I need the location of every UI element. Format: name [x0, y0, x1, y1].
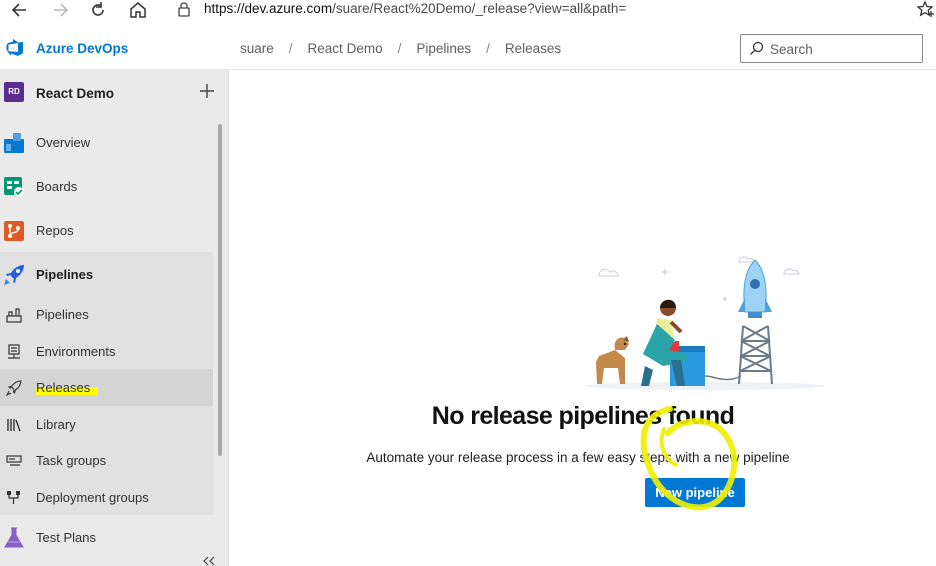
- sidebar-item-label: Overview: [36, 135, 91, 150]
- main-content: No release pipelines found Automate your…: [230, 71, 936, 566]
- brand-name[interactable]: Azure DevOps: [36, 41, 128, 56]
- boards-icon: [4, 177, 24, 197]
- favorite-star-icon[interactable]: [916, 0, 936, 18]
- task-groups-icon: [6, 455, 22, 466]
- breadcrumb: suare / React Demo / Pipelines / Releases: [240, 41, 561, 56]
- library-icon: [7, 418, 21, 431]
- environments-icon: [8, 343, 20, 359]
- sidebar-subitem-releases[interactable]: Releases: [0, 369, 213, 406]
- overview-icon: [4, 133, 24, 153]
- breadcrumb-pipelines[interactable]: Pipelines: [416, 41, 471, 56]
- sidebar-subitem-label: Deployment groups: [36, 489, 149, 505]
- sidebar-subitem-label: Releases: [36, 380, 99, 395]
- back-arrow-icon[interactable]: [8, 0, 32, 20]
- sidebar-item-pipelines[interactable]: Pipelines: [0, 252, 213, 296]
- rocket-icon: [6, 380, 22, 396]
- sidebar-subitem-label: Task groups: [36, 453, 107, 468]
- sidebar-subitem-label: Pipelines: [36, 307, 89, 322]
- releases-label: Releases: [36, 380, 99, 395]
- breadcrumb-separator: /: [486, 41, 490, 56]
- sidebar-subitem-task-groups[interactable]: Task groups: [0, 442, 213, 479]
- sidebar-subitem-label: Library: [36, 416, 76, 432]
- home-icon[interactable]: [126, 0, 150, 20]
- sidebar-scrollbar[interactable]: [218, 124, 222, 456]
- repos-icon: [4, 221, 24, 241]
- search-placeholder: Search: [770, 42, 813, 57]
- new-pipeline-button[interactable]: New pipeline: [645, 478, 745, 507]
- search-box[interactable]: Search: [740, 34, 923, 63]
- plus-icon[interactable]: [198, 82, 216, 100]
- azure-devops-logo-icon[interactable]: [5, 38, 25, 58]
- pipeline-build-icon: [6, 308, 22, 323]
- url-host: https://dev.azure.com: [204, 1, 333, 16]
- refresh-icon[interactable]: [86, 0, 110, 20]
- sidebar-item-label: Pipelines: [36, 267, 94, 282]
- project-header[interactable]: RD React Demo: [0, 70, 229, 114]
- forward-arrow-icon[interactable]: [48, 0, 72, 20]
- empty-state-description: Automate your release process in a few e…: [366, 450, 790, 465]
- sidebar-subitem-pipelines[interactable]: Pipelines: [0, 296, 213, 333]
- address-bar[interactable]: https://dev.azure.com/suare/React%20Demo…: [204, 1, 626, 16]
- sidebar-item-test-plans[interactable]: Test Plans: [0, 515, 213, 559]
- url-path: /suare/React%20Demo/_release?view=all&pa…: [332, 1, 627, 16]
- sidebar-subitem-deployment-groups[interactable]: Deployment groups: [0, 478, 213, 515]
- release-empty-state-illustration: [585, 256, 825, 390]
- search-icon: [750, 41, 764, 55]
- breadcrumb-separator: /: [288, 41, 293, 56]
- collapse-sidebar-icon[interactable]: [202, 556, 216, 566]
- sidebar-item-label: Test Plans: [36, 530, 96, 545]
- project-name: React Demo: [36, 86, 115, 101]
- breadcrumb-project[interactable]: React Demo: [308, 41, 383, 56]
- nav-list: Overview Boards Repos Pipelines Pipeline…: [0, 120, 213, 559]
- lock-icon: [178, 2, 190, 17]
- breadcrumb-separator: /: [397, 41, 402, 56]
- breadcrumb-org[interactable]: suare: [240, 41, 274, 56]
- pipelines-icon: [4, 265, 24, 285]
- breadcrumb-releases[interactable]: Releases: [505, 41, 561, 56]
- sidebar-item-overview[interactable]: Overview: [0, 120, 213, 164]
- deployment-groups-icon: [7, 490, 20, 504]
- flask-icon: [4, 527, 24, 548]
- sidebar-item-label: Boards: [36, 179, 78, 194]
- project-avatar: RD: [4, 82, 24, 102]
- browser-toolbar: https://dev.azure.com/suare/React%20Demo…: [0, 0, 936, 24]
- left-navigation: RD React Demo Overview Boards Repos Pipe…: [0, 70, 229, 566]
- top-header: Azure DevOps suare / React Demo / Pipelines /…: [0, 24, 936, 70]
- sidebar-subitem-label: Environments: [36, 343, 116, 359]
- sidebar-item-repos[interactable]: Repos: [0, 208, 213, 252]
- empty-state-title: No release pipelines found: [431, 402, 735, 430]
- sidebar-subitem-environments[interactable]: Environments: [0, 332, 213, 369]
- sidebar-item-boards[interactable]: Boards: [0, 164, 213, 208]
- sidebar-subitem-library[interactable]: Library: [0, 405, 213, 442]
- sidebar-item-label: Repos: [36, 223, 74, 238]
